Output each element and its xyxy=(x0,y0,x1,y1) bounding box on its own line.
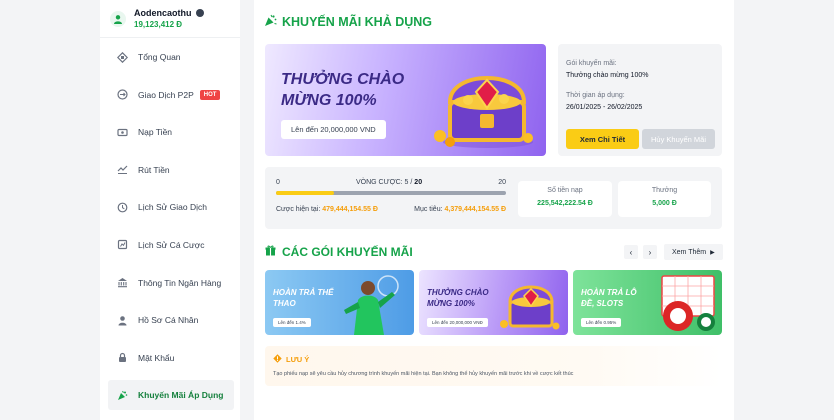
view-details-button[interactable]: Xem Chi Tiết xyxy=(566,129,639,149)
deposit-amount-card: Số tiền nạp 225,542,222.54 Đ xyxy=(518,181,612,217)
progress-min: 0 xyxy=(276,179,280,186)
withdraw-icon xyxy=(116,164,128,176)
sidebar-item-label: Mật Khẩu xyxy=(138,352,175,363)
goalkeeper-image xyxy=(344,275,399,335)
promo-card-welcome-bonus[interactable]: THƯỞNG CHÀO MỪNG 100% Lên đến 20,000,000… xyxy=(419,270,568,335)
sidebar-item-transaction-history[interactable]: Lịch Sử Giao Dịch xyxy=(108,192,234,222)
sidebar-menu: Tổng Quan Giao Dịch P2P HOT Nạp Tiền Rút… xyxy=(108,42,234,418)
sidebar-item-label: Hồ Sơ Cá Nhân xyxy=(138,315,199,326)
treasure-chest-small-icon xyxy=(500,285,560,330)
card-title: THƯỞNG CHÀO MỪNG 100% xyxy=(427,288,489,308)
banner-title: THƯỞNG CHÀO MỪNG 100% xyxy=(281,71,405,109)
chevron-left-icon[interactable]: ‹ xyxy=(624,245,638,259)
user-avatar-icon xyxy=(110,10,126,27)
sidebar-item-label: Giao Dịch P2P xyxy=(138,89,194,100)
card-title: HOÀN TRẢ LÔ ĐỀ, SLOTS xyxy=(581,288,637,308)
p2p-icon xyxy=(116,89,128,101)
card-pill: Lên đến 20,000,000 VNĐ xyxy=(427,318,488,327)
card-pill: Lên đến 0.95% xyxy=(581,318,622,327)
sidebar-item-label: Thông Tin Ngân Hàng xyxy=(138,277,222,288)
dashboard-icon xyxy=(116,51,128,63)
deposit-amount-label: Số tiền nạp xyxy=(547,187,583,194)
wager-progress-fill xyxy=(276,191,334,195)
sidebar-item-bet-history[interactable]: Lịch Sử Cá Cược xyxy=(108,230,234,260)
current-bet: Cược hiện tại: 479,444,154.55 Đ xyxy=(276,206,378,213)
user-panel[interactable]: Aodencaothu 19,123,412 Đ xyxy=(100,0,240,38)
sidebar-item-deposit[interactable]: Nạp Tiền xyxy=(108,117,234,147)
cancel-promotion-button[interactable]: Hủy Khuyến Mãi xyxy=(642,129,715,149)
main-content: KHUYẾN MÃI KHẢ DỤNG THƯỞNG CHÀO MỪNG 100… xyxy=(254,0,734,420)
sidebar-item-label: Lịch Sử Giao Dịch xyxy=(138,202,207,213)
sidebar-item-label: Lịch Sử Cá Cược xyxy=(138,239,205,250)
transaction-history-icon xyxy=(116,201,128,213)
card-title: HOÀN TRẢ THỂ THAO xyxy=(273,288,334,308)
progress-max: 20 xyxy=(498,179,506,186)
play-icon: ▶ xyxy=(710,249,715,256)
page-title: KHUYẾN MÃI KHẢ DỤNG xyxy=(264,14,432,30)
sidebar-item-profile[interactable]: Hồ Sơ Cá Nhân xyxy=(108,305,234,335)
page-title-text: KHUYẾN MÃI KHẢ DỤNG xyxy=(282,15,432,29)
username: Aodencaothu xyxy=(134,8,192,18)
lock-icon xyxy=(116,352,128,364)
chevron-right-icon[interactable]: › xyxy=(643,245,657,259)
promo-info-panel: Gói khuyến mãi: Thưởng chào mừng 100% Th… xyxy=(558,44,722,156)
sidebar-item-label: Tổng Quan xyxy=(138,52,181,62)
promo-banner[interactable]: THƯỞNG CHÀO MỪNG 100% Lên đến 20,000,000… xyxy=(265,44,546,156)
note-text: Tạo phiếu nạp sẽ yêu cầu hủy chương trìn… xyxy=(273,371,574,377)
sidebar-item-label: Rút Tiền xyxy=(138,164,170,175)
deposit-amount-value: 225,542,222.54 Đ xyxy=(537,200,593,207)
deposit-icon xyxy=(116,126,128,138)
bonus-card: Thưởng 5,000 Đ xyxy=(618,181,711,217)
banner-max-amount: Lên đến 20,000,000 VND xyxy=(281,120,386,139)
promotion-icon xyxy=(116,389,128,401)
promo-card-sports-rebate[interactable]: HOÀN TRẢ THỂ THAO Lên đến 1.4% xyxy=(265,270,414,335)
hot-badge: HOT xyxy=(199,89,221,100)
packages-title: CÁC GÓI KHUYẾN MÃI xyxy=(265,245,413,259)
promo-cards: HOÀN TRẢ THỂ THAO Lên đến 1.4% THƯỞNG CH… xyxy=(265,270,727,335)
carousel-controls: ‹ › Xem Thêm ▶ xyxy=(624,244,723,260)
sidebar: Aodencaothu 19,123,412 Đ Tổng Quan Giao … xyxy=(100,0,240,420)
sidebar-item-withdraw[interactable]: Rút Tiền xyxy=(108,155,234,185)
packages-title-text: CÁC GÓI KHUYẾN MÃI xyxy=(282,245,413,259)
promo-package-label: Gói khuyến mãi: xyxy=(566,60,617,67)
see-more-button[interactable]: Xem Thêm ▶ xyxy=(664,244,723,260)
sidebar-item-label: Nạp Tiền xyxy=(138,127,173,138)
promo-time-label: Thời gian áp dụng: xyxy=(566,92,625,99)
warning-diamond-icon xyxy=(273,354,282,365)
promo-package-value: Thưởng chào mừng 100% xyxy=(566,72,649,79)
bank-icon xyxy=(116,277,128,289)
target-bet: Mục tiêu: 4,379,444,154.55 Đ xyxy=(414,206,506,213)
user-balance: 19,123,412 Đ xyxy=(134,20,183,29)
party-popper-icon xyxy=(264,14,277,30)
card-pill: Lên đến 1.4% xyxy=(273,318,311,327)
sidebar-item-password[interactable]: Mật Khẩu xyxy=(108,343,234,373)
note-title: LƯU Ý xyxy=(273,354,714,365)
sidebar-item-bank-info[interactable]: Thông Tin Ngân Hàng xyxy=(108,268,234,298)
bonus-value: 5,000 Đ xyxy=(652,200,677,207)
bet-history-icon xyxy=(116,239,128,251)
note-panel: LƯU Ý Tạo phiếu nạp sẽ yêu cầu hủy chươn… xyxy=(265,346,722,386)
bingo-balls-image xyxy=(661,275,715,331)
sidebar-item-p2p[interactable]: Giao Dịch P2P HOT xyxy=(108,80,234,110)
promo-card-lottery-rebate[interactable]: HOÀN TRẢ LÔ ĐỀ, SLOTS Lên đến 0.95% xyxy=(573,270,722,335)
gift-icon xyxy=(265,245,276,259)
bonus-label: Thưởng xyxy=(651,187,678,194)
promo-time-value: 26/01/2025 - 26/02/2025 xyxy=(566,104,643,111)
profile-icon xyxy=(116,314,128,326)
wager-round-counter: VÒNG CƯỢC: 5 / 20 xyxy=(356,179,423,186)
sidebar-item-overview[interactable]: Tổng Quan xyxy=(108,42,234,72)
wager-progress-bar xyxy=(276,191,506,195)
verified-icon xyxy=(195,9,204,17)
sidebar-item-label: Khuyến Mãi Áp Dụng xyxy=(138,390,224,401)
wager-progress-panel: 0 VÒNG CƯỢC: 5 / 20 20 Cược hiện tại: 47… xyxy=(265,167,722,229)
sidebar-item-promotions[interactable]: Khuyến Mãi Áp Dụng xyxy=(108,380,234,411)
treasure-chest-icon xyxy=(434,76,533,148)
